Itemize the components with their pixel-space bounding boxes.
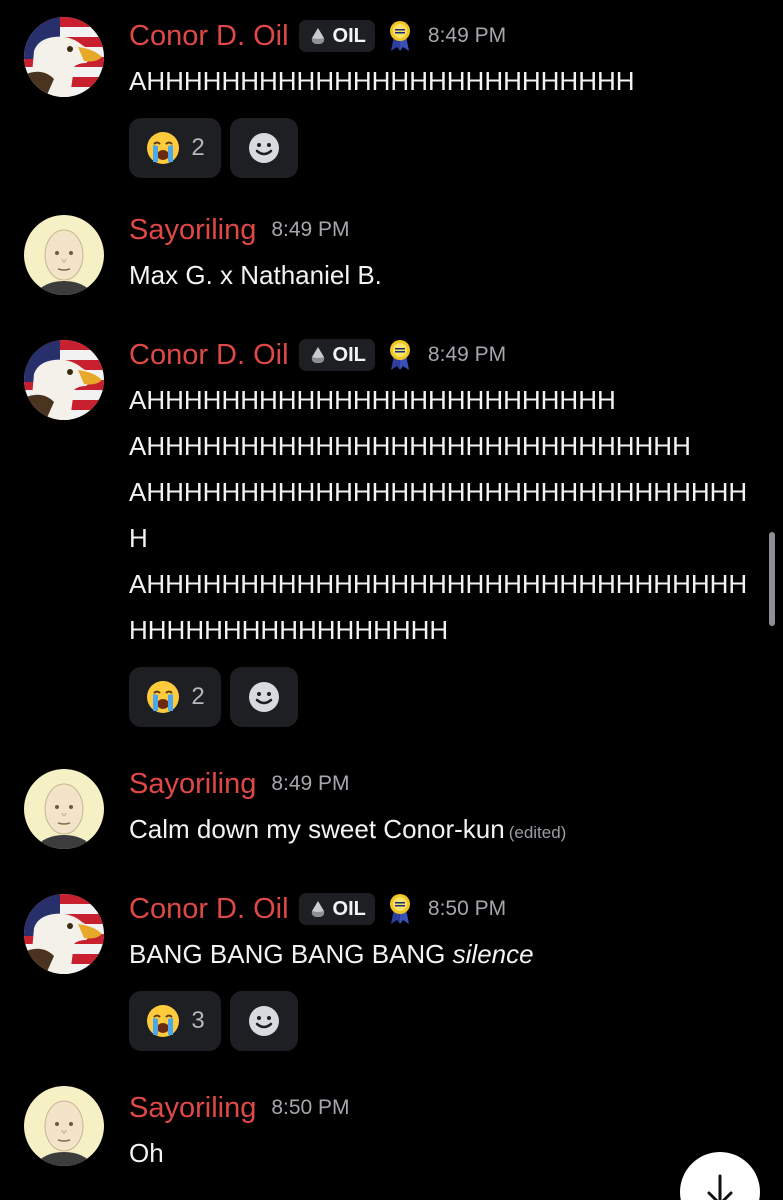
reaction-bar: 3 [129, 991, 759, 1051]
reaction-count: 2 [191, 134, 205, 161]
reaction-button[interactable]: 2 [129, 667, 221, 727]
username[interactable]: Sayoriling [129, 214, 256, 247]
timestamp: 8:49 PM [271, 218, 350, 241]
oil-drop-icon [311, 28, 324, 44]
add-reaction-button[interactable] [230, 991, 298, 1051]
message-text: BANG BANG BANG BANG silence [129, 931, 759, 977]
message-text: Oh [129, 1138, 164, 1168]
bald-face-avatar-icon [24, 769, 104, 849]
bald-face-avatar-icon [24, 1086, 104, 1166]
loudly-crying-face-icon [147, 1005, 180, 1037]
loudly-crying-face-icon [147, 681, 180, 713]
message-text: Calm down my sweet Conor-kun (edited) [129, 806, 759, 856]
reaction-bar: 2 [129, 118, 759, 178]
smile-icon [249, 682, 279, 712]
message-text: AHHHHHHHHHHHHHHHHHHHHHHHHHH [129, 66, 635, 96]
server-tag[interactable]: OIL [298, 893, 375, 925]
award-ribbon-icon[interactable] [387, 893, 413, 925]
timestamp: 8:49 PM [271, 772, 350, 795]
server-tag-label: OIL [332, 897, 366, 920]
oil-drop-icon [311, 901, 324, 917]
timestamp: 8:50 PM [427, 897, 507, 920]
award-ribbon-icon[interactable] [387, 339, 413, 371]
edited-label: (edited) [508, 823, 567, 842]
username[interactable]: Sayoriling [129, 768, 256, 801]
username[interactable]: Conor D. Oil [129, 20, 289, 53]
reaction-button[interactable]: 2 [129, 118, 221, 178]
reaction-button[interactable]: 3 [129, 991, 221, 1051]
oil-drop-icon [311, 347, 324, 363]
reaction-count: 2 [191, 683, 205, 710]
username[interactable]: Sayoriling [129, 1092, 256, 1125]
avatar-sayoriling[interactable] [24, 215, 104, 295]
message-text: AHHHHHHHHHHHHHHHHHHHHHHHHHHHHHHHHH [129, 477, 748, 553]
message-text: AHHHHHHHHHHHHHHHHHHHHHHHHH [129, 385, 616, 415]
eagle-flag-avatar-icon [24, 17, 104, 97]
award-ribbon-icon[interactable] [387, 20, 413, 52]
add-reaction-button[interactable] [230, 118, 298, 178]
smile-icon [249, 133, 279, 163]
reaction-count: 3 [191, 1007, 205, 1034]
message-text-content: Calm down my sweet Conor-kun [129, 814, 505, 844]
message-text-italic: silence [452, 939, 534, 969]
avatar-sayoriling[interactable] [24, 769, 104, 849]
loudly-crying-face-icon [147, 132, 180, 164]
add-reaction-button[interactable] [230, 667, 298, 727]
server-tag-label: OIL [332, 343, 366, 366]
username[interactable]: Conor D. Oil [129, 893, 289, 926]
reaction-bar: 2 [129, 667, 759, 727]
smile-icon [249, 1006, 279, 1036]
eagle-flag-avatar-icon [24, 340, 104, 420]
scrollbar-thumb[interactable] [769, 532, 775, 626]
username[interactable]: Conor D. Oil [129, 339, 289, 372]
timestamp: 8:49 PM [427, 24, 507, 47]
avatar-conor[interactable] [24, 894, 104, 974]
message-text: AHHHHHHHHHHHHHHHHHHHHHHHHHHHHHHHHHHHHHHH… [129, 569, 748, 645]
timestamp: 8:50 PM [271, 1096, 350, 1119]
avatar-conor[interactable] [24, 17, 104, 97]
server-tag[interactable]: OIL [298, 20, 375, 52]
arrow-down-icon [707, 1174, 733, 1200]
message-text: Max G. x Nathaniel B. [129, 260, 382, 290]
server-tag[interactable]: OIL [298, 339, 375, 371]
message-text-content: BANG BANG BANG BANG [129, 939, 446, 969]
timestamp: 8:49 PM [427, 343, 507, 366]
avatar-sayoriling[interactable] [24, 1086, 104, 1166]
message-text: AHHHHHHHHHHHHHHHHHHHHHHHHHHHHH [129, 431, 691, 461]
chat-view: Conor D. Oil OIL 8:49 PM AHHHHHHHHHHHHHH… [0, 0, 783, 1200]
bald-face-avatar-icon [24, 215, 104, 295]
avatar-conor[interactable] [24, 340, 104, 420]
server-tag-label: OIL [332, 24, 366, 47]
eagle-flag-avatar-icon [24, 894, 104, 974]
